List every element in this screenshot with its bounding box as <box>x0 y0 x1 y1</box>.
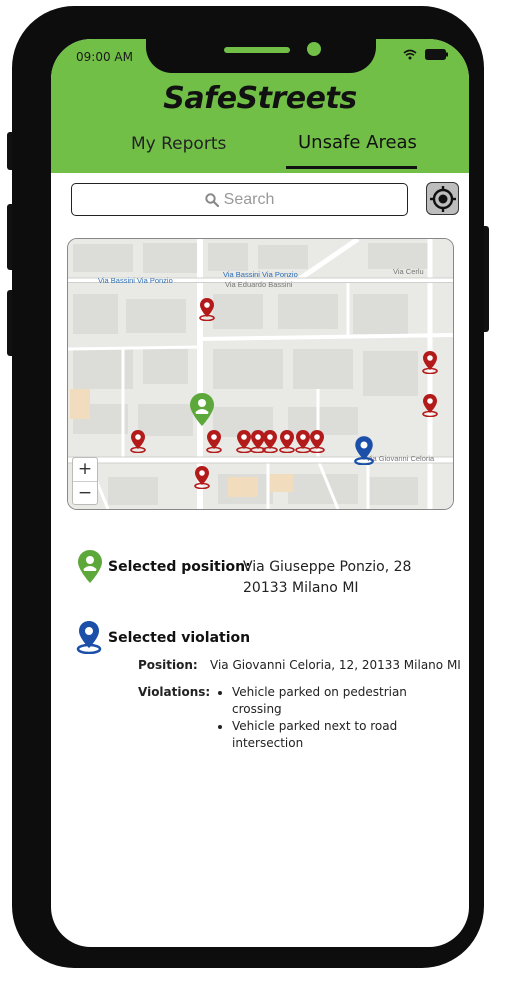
search-input[interactable]: Search <box>71 183 408 216</box>
red-violation-pin-icon[interactable] <box>421 393 439 417</box>
street-label: Via Cerlu <box>393 267 424 276</box>
selected-position-address-line2: 20133 Milano MI <box>243 580 359 596</box>
status-time: 09:00 AM <box>76 50 133 64</box>
red-violation-pin-icon[interactable] <box>308 429 326 453</box>
violation-item: Vehicle parked on pedestrian crossing <box>232 684 454 718</box>
red-violation-pin-icon[interactable] <box>261 429 279 453</box>
selected-violation-label: Selected violation <box>108 630 251 646</box>
street-label: Via Bassini Via Ponzio <box>223 270 298 279</box>
locate-me-button[interactable] <box>426 182 459 215</box>
red-violation-pin-icon[interactable] <box>193 465 211 489</box>
tab-unsafe-areas[interactable]: Unsafe Areas <box>298 132 417 153</box>
green-selected-position-pin-icon[interactable] <box>189 392 215 428</box>
violations-label: Violations: <box>138 685 211 699</box>
street-label: Via Eduardo Bassini <box>225 280 293 289</box>
red-violation-pin-icon[interactable] <box>421 350 439 374</box>
street-label: Via Bassini Via Ponzio <box>98 276 173 285</box>
street-label: Via Giovanni Celoria <box>366 454 435 463</box>
blue-selected-violation-pin-icon[interactable] <box>352 435 376 465</box>
phone-screen: 09:00 AM SafeStreets My Reports Unsafe A… <box>51 39 469 947</box>
zoom-out-button[interactable]: − <box>73 482 97 505</box>
active-tab-indicator <box>286 166 417 169</box>
red-violation-pin-icon[interactable] <box>198 297 216 321</box>
phone-frame: 09:00 AM SafeStreets My Reports Unsafe A… <box>12 6 484 968</box>
position-value: Via Giovanni Celoria, 12, 20133 Milano M… <box>210 658 461 672</box>
search-placeholder: Search <box>223 190 275 208</box>
battery-icon <box>425 49 448 60</box>
crosshair-icon <box>429 185 456 212</box>
violation-item: Vehicle parked next to road intersection <box>232 718 454 752</box>
wifi-icon <box>403 49 417 60</box>
selected-position-address-line1: Via Giuseppe Ponzio, 28 <box>243 559 412 575</box>
green-location-pin-icon <box>78 550 102 583</box>
speaker <box>224 47 290 53</box>
red-violation-pin-icon[interactable] <box>129 429 147 453</box>
position-label: Position: <box>138 658 198 672</box>
app-title: SafeStreets <box>163 81 357 116</box>
notch <box>146 39 376 73</box>
search-icon <box>204 192 219 207</box>
violations-list: Vehicle parked on pedestrian crossing Ve… <box>214 684 454 752</box>
unsafe-areas-map[interactable]: Via Bassini Via Ponzio Via Bassini Via P… <box>67 238 454 510</box>
tab-my-reports[interactable]: My Reports <box>131 134 226 154</box>
zoom-in-button[interactable]: + <box>73 458 97 482</box>
app-header: 09:00 AM SafeStreets My Reports Unsafe A… <box>51 39 469 173</box>
blue-location-pin-icon <box>76 621 102 654</box>
red-violation-pin-icon[interactable] <box>205 429 223 453</box>
violations-list-container: Vehicle parked on pedestrian crossing Ve… <box>214 684 454 752</box>
status-icons <box>403 49 449 60</box>
zoom-controls: + − <box>72 457 98 505</box>
front-camera <box>307 42 321 56</box>
selected-position-label: Selected position: <box>108 559 251 575</box>
